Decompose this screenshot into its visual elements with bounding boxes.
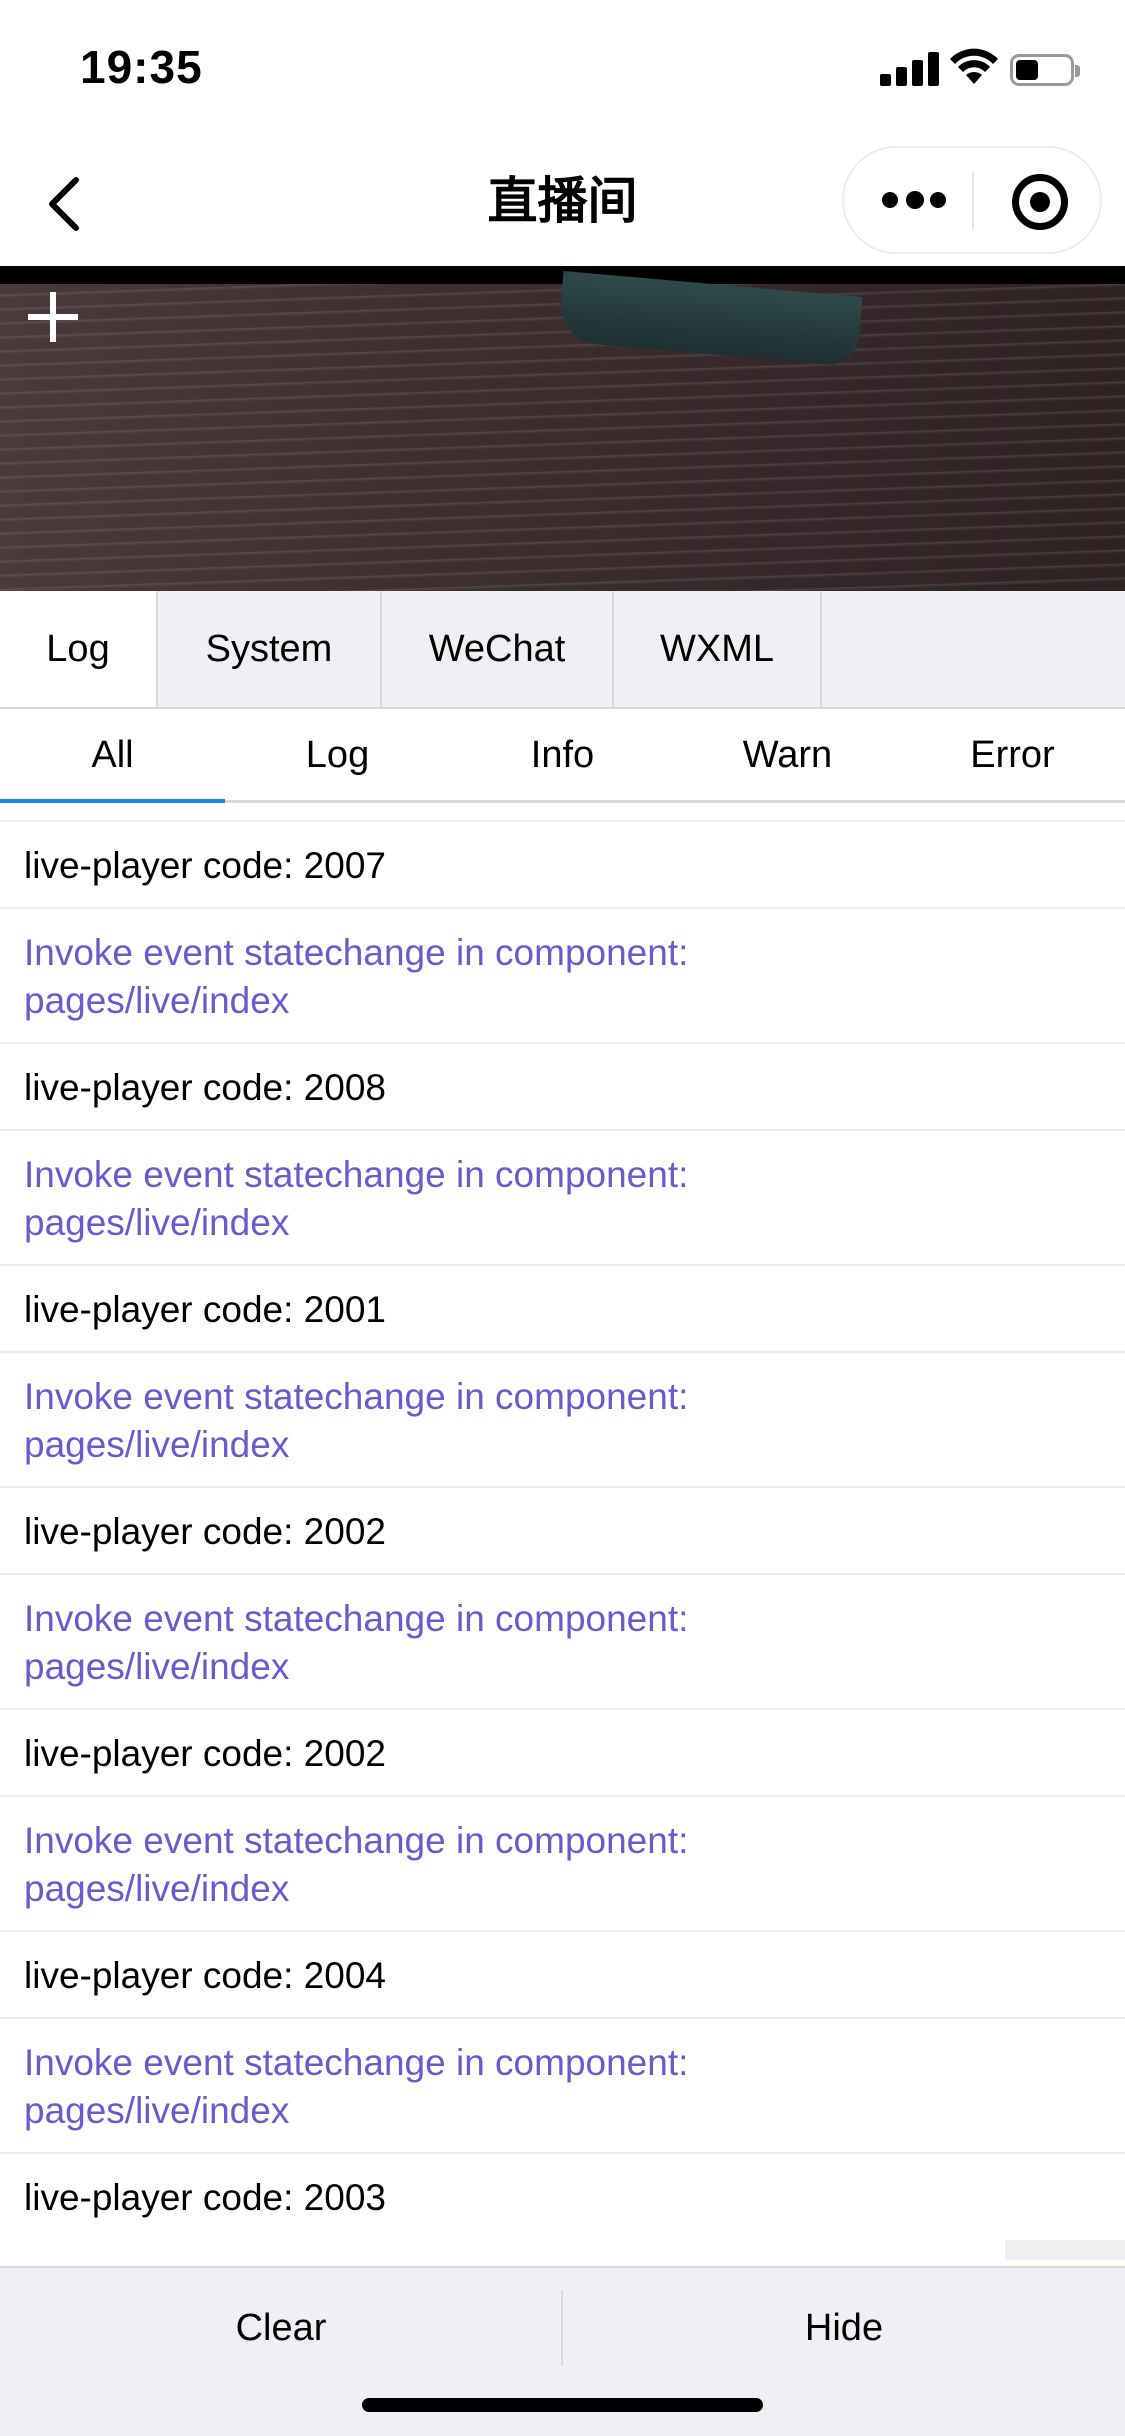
- info-log-line: Invoke event statechange in component:: [24, 1376, 689, 1417]
- tab-wxml[interactable]: WXML: [614, 591, 822, 707]
- log-item: live-player code: 2007: [0, 822, 1125, 909]
- subtab-all[interactable]: All: [0, 709, 225, 803]
- video-object: [557, 271, 863, 367]
- navigation-bar: 直播间: [0, 136, 1125, 266]
- more-options-icon[interactable]: [882, 190, 946, 212]
- info-log-item: Invoke event statechange in component: p…: [0, 1131, 1125, 1266]
- vconsole-tab-bar: Log System WeChat WXML: [0, 591, 1125, 709]
- info-log-item: Invoke event statechange in component: p…: [0, 909, 1125, 1044]
- info-log-item: Invoke event statechange in component: p…: [0, 2019, 1125, 2154]
- info-log-line: Invoke event statechange in component:: [24, 2042, 689, 2083]
- info-log-line: pages/live/index: [24, 980, 290, 1021]
- info-log-item: Invoke event statechange in component: p…: [0, 1575, 1125, 1710]
- tab-system[interactable]: System: [158, 591, 382, 707]
- screen: 19:35 直播间 Log System WeChat WXML All Log…: [0, 0, 1125, 2436]
- live-player[interactable]: [0, 266, 1125, 591]
- log-item: live-player code: 2003: [0, 2154, 1125, 2235]
- info-log-line: Invoke event statechange in component:: [24, 1154, 689, 1195]
- tab-wechat[interactable]: WeChat: [382, 591, 614, 707]
- subtab-info[interactable]: Info: [450, 709, 675, 800]
- info-log-item: Invoke event statechange in component: p…: [0, 1797, 1125, 1932]
- log-item: live-player code: 2004: [0, 1932, 1125, 2019]
- info-log-line: Invoke event statechange in component:: [24, 1598, 689, 1639]
- subtab-log[interactable]: Log: [225, 709, 450, 800]
- cellular-signal-icon: [880, 52, 942, 86]
- home-indicator[interactable]: [362, 2398, 763, 2412]
- hide-button[interactable]: Hide: [563, 2268, 1125, 2388]
- scroll-indicator: [1005, 2240, 1125, 2260]
- info-log-line: pages/live/index: [24, 1424, 290, 1465]
- battery-icon: [1010, 54, 1080, 86]
- clear-button[interactable]: Clear: [0, 2268, 562, 2388]
- subtab-error[interactable]: Error: [900, 709, 1125, 800]
- status-time: 19:35: [80, 41, 203, 93]
- log-item: live-player code: 2002: [0, 1488, 1125, 1575]
- info-log-line: Invoke event statechange in component:: [24, 1820, 689, 1861]
- log-filter-tabs: All Log Info Warn Error: [0, 709, 1125, 803]
- tab-log[interactable]: Log: [0, 591, 158, 707]
- wifi-icon: [950, 48, 998, 84]
- mini-program-capsule: [842, 146, 1102, 254]
- subtab-warn[interactable]: Warn: [675, 709, 900, 800]
- log-item: live-player code: 2008: [0, 1044, 1125, 1131]
- info-log-line: pages/live/index: [24, 1202, 290, 1243]
- info-log-item: Invoke event statechange in component: p…: [0, 1353, 1125, 1488]
- info-log-line: Invoke event statechange in component:: [24, 932, 689, 973]
- log-list[interactable]: live-player code: 2007 Invoke event stat…: [0, 820, 1125, 2235]
- close-mini-program-icon[interactable]: [1012, 174, 1068, 230]
- info-log-line: pages/live/index: [24, 1646, 290, 1687]
- capsule-divider: [972, 172, 974, 230]
- live-video-frame: [0, 271, 1125, 591]
- info-log-line: pages/live/index: [24, 2090, 290, 2131]
- status-bar: 19:35: [0, 0, 1125, 136]
- log-item: live-player code: 2002: [0, 1710, 1125, 1797]
- plus-icon[interactable]: [28, 292, 78, 342]
- info-log-line: pages/live/index: [24, 1868, 290, 1909]
- log-item: live-player code: 2001: [0, 1266, 1125, 1353]
